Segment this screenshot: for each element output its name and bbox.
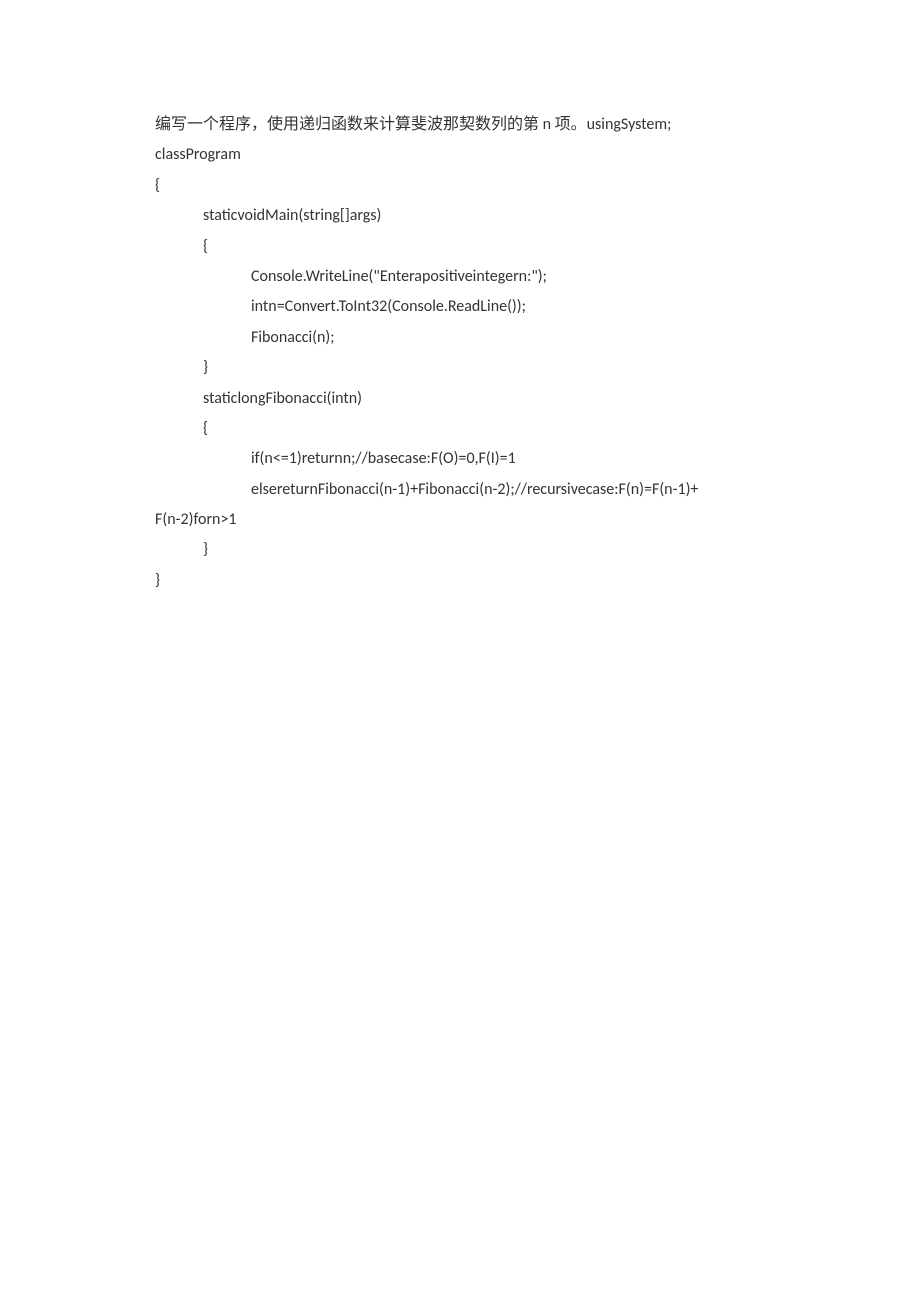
code-line: Console.WriteLine("Enterapositiveinteger…	[155, 262, 765, 292]
code-line: elsereturnFibonacci(n-1)+Fibonacci(n-2);…	[155, 475, 765, 505]
code-line: }	[155, 566, 765, 596]
code-line: Fibonacci(n);	[155, 323, 765, 353]
code-line: F(n-2)forn>1	[155, 505, 765, 535]
code-line: if(n<=1)returnn;//basecase:F(O)=0,F(I)=1	[155, 444, 765, 474]
code-line: }	[155, 353, 765, 383]
code-line: }	[155, 535, 765, 565]
code-line: {	[155, 232, 765, 262]
code-line: {	[155, 414, 765, 444]
code-line: staticlongFibonacci(intn)	[155, 384, 765, 414]
code-line: intn=Convert.ToInt32(Console.ReadLine())…	[155, 292, 765, 322]
code-line: {	[155, 171, 765, 201]
document-body: 编写一个程序，使用递归函数来计算斐波那契数列的第 n 项。usingSystem…	[155, 110, 765, 596]
code-line: classProgram	[155, 140, 765, 170]
code-line: 编写一个程序，使用递归函数来计算斐波那契数列的第 n 项。usingSystem…	[155, 110, 765, 140]
code-line: staticvoidMain(string[]args)	[155, 201, 765, 231]
